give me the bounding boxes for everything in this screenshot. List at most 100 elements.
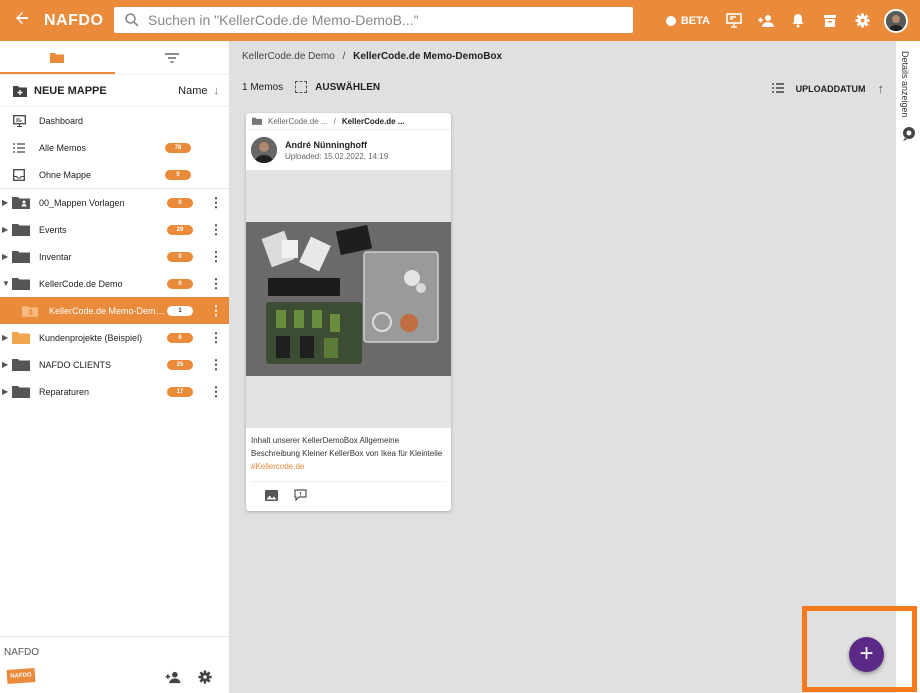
memo-image-area [246,170,451,428]
add-memo-button[interactable]: + [849,637,884,672]
folder-item-reparaturen[interactable]: ▶ Reparaturen 17 ⋮ [0,378,229,405]
details-label: Details anzeigen [900,51,910,118]
folder-item-kellercode-demo[interactable]: ▼ KellerCode.de Demo 0 ⋮ [0,270,229,297]
expand-arrow-icon[interactable]: ▶ [0,225,12,234]
card-crumb-current: KellerCode.de ... [341,116,405,126]
beta-label: BETA [680,14,710,27]
add-user-icon[interactable] [163,667,183,687]
organization-name: NAFDO [4,647,39,658]
folder-item-kundenprojekte[interactable]: ▶ Kundenprojekte (Beispiel) 6 ⋮ [0,324,229,351]
folder-item-inventar[interactable]: ▶ Inventar 0 ⋮ [0,243,229,270]
folder-icon [252,117,262,125]
search-input[interactable]: Suchen in "KellerCode.de Memo-DemoB..." [114,7,633,33]
card-crumb-separator: / [333,116,336,126]
image-icon[interactable] [265,489,278,504]
sidebar-item-dashboard[interactable]: Dashboard [0,107,229,134]
bell-icon[interactable] [782,0,814,41]
tab-filter[interactable] [115,41,230,74]
count-badge: 0 [167,278,193,289]
description-line: Inhalt unserer KellerDemoBox Allgemeine [251,436,400,445]
count-badge: 29 [167,224,193,235]
list-view-icon[interactable] [771,82,784,95]
sort-label: Name [178,84,208,97]
add-folder-icon[interactable] [13,85,27,97]
expand-arrow-icon[interactable]: ▶ [0,387,12,396]
more-vert-icon[interactable]: ⋮ [203,303,229,319]
folder-item-events[interactable]: ▶ Events 29 ⋮ [0,216,229,243]
details-panel-toggle[interactable]: Details anzeigen [896,41,920,693]
gear-icon[interactable] [195,667,215,687]
count-badge: 25 [167,359,193,370]
more-vert-icon[interactable]: ⋮ [203,357,229,373]
more-vert-icon[interactable]: ⋮ [203,249,229,265]
folder-label: Kundenprojekte (Beispiel) [39,332,143,343]
memo-description: Inhalt unserer KellerDemoBox Allgemeine … [246,428,451,473]
new-folder-row: NEUE MAPPE Name ↓ [0,75,229,107]
count-badge: 0 [165,169,191,180]
sidebar-item-label: Dashboard [39,115,84,126]
folder-icon [12,250,30,263]
breadcrumb-parent[interactable]: KellerCode.de Demo [242,51,335,62]
folder-label: Events [39,224,67,235]
count-badge: 78 [165,142,191,153]
beta-button[interactable]: BETA [665,14,710,27]
upload-date: Uploaded: 15.02.2022, 14:19 [285,151,389,161]
breadcrumb: KellerCode.de Demo / KellerCode.de Memo-… [242,51,502,62]
author-avatar [251,137,277,163]
select-label: AUSWÄHLEN [315,81,381,93]
memo-author: André Nünninghoff Uploaded: 15.02.2022, … [246,130,451,170]
main-content: KellerCode.de Demo / KellerCode.de Memo-… [230,41,896,693]
count-badge: 6 [167,332,193,343]
filter-icon [164,52,179,63]
arrow-up-icon[interactable]: ↑ [878,81,885,96]
inbox-icon [13,168,27,181]
gear-icon[interactable] [846,0,878,41]
chat-icon[interactable] [902,126,916,145]
sort-by-name[interactable]: Name ↓ [178,85,219,97]
select-button[interactable]: AUSWÄHLEN [295,81,380,93]
folder-item-memo-demobox[interactable]: KellerCode.de Memo-DemoBox 1 ⋮ [0,297,229,324]
back-arrow-icon[interactable] [0,0,44,41]
folder-label: KellerCode.de Demo [39,278,123,289]
count-badge: 1 [167,305,193,316]
memo-photo[interactable] [246,222,451,376]
presentation-icon[interactable] [718,0,750,41]
memo-tag[interactable]: #Kellercode.de [251,460,446,473]
card-breadcrumb: KellerCode.de ... / KellerCode.de ... [246,113,451,130]
collapse-arrow-icon[interactable]: ▼ [0,279,12,288]
count-badge: 0 [167,251,193,262]
folder-item-nafdo-clients[interactable]: ▶ NAFDO CLIENTS 25 ⋮ [0,351,229,378]
memo-count: 1 Memos [242,81,284,93]
card-actions [251,481,446,511]
top-app-bar: NAFDO Suchen in "KellerCode.de Memo-Demo… [0,0,920,41]
more-vert-icon[interactable]: ⋮ [203,384,229,400]
folder-icon [12,358,30,371]
folder-item-vorlagen[interactable]: ▶ 00_Mappen Vorlagen 0 ⋮ [0,189,229,216]
add-user-icon[interactable] [750,0,782,41]
breadcrumb-current: KellerCode.de Memo-DemoBox [353,51,503,62]
more-vert-icon[interactable]: ⋮ [203,330,229,346]
new-folder-button[interactable]: NEUE MAPPE [34,85,178,97]
info-icon [665,15,676,26]
archive-icon[interactable] [814,0,846,41]
comment-icon[interactable] [294,489,307,504]
expand-arrow-icon[interactable]: ▶ [0,252,12,261]
more-vert-icon[interactable]: ⋮ [203,276,229,292]
memo-card[interactable]: KellerCode.de ... / KellerCode.de ... An… [246,113,451,511]
tab-folders[interactable] [0,41,115,74]
sidebar-item-no-folder[interactable]: Ohne Mappe 0 [0,161,229,188]
expand-arrow-icon[interactable]: ▶ [0,198,12,207]
more-vert-icon[interactable]: ⋮ [203,222,229,238]
sidebar-item-all-memos[interactable]: Alle Memos 78 [0,134,229,161]
user-avatar[interactable] [884,8,908,33]
card-crumb-parent: KellerCode.de ... [268,116,328,126]
sort-by-upload-date[interactable]: UPLOADDATUM [796,84,866,94]
expand-arrow-icon[interactable]: ▶ [0,333,12,342]
app-title[interactable]: NAFDO [44,12,114,30]
sidebar-item-label: Ohne Mappe [39,169,92,180]
search-placeholder: Suchen in "KellerCode.de Memo-DemoB..." [148,12,419,28]
more-vert-icon[interactable]: ⋮ [203,195,229,211]
expand-arrow-icon[interactable]: ▶ [0,360,12,369]
list-icon [13,142,27,153]
folder-icon [12,223,30,236]
